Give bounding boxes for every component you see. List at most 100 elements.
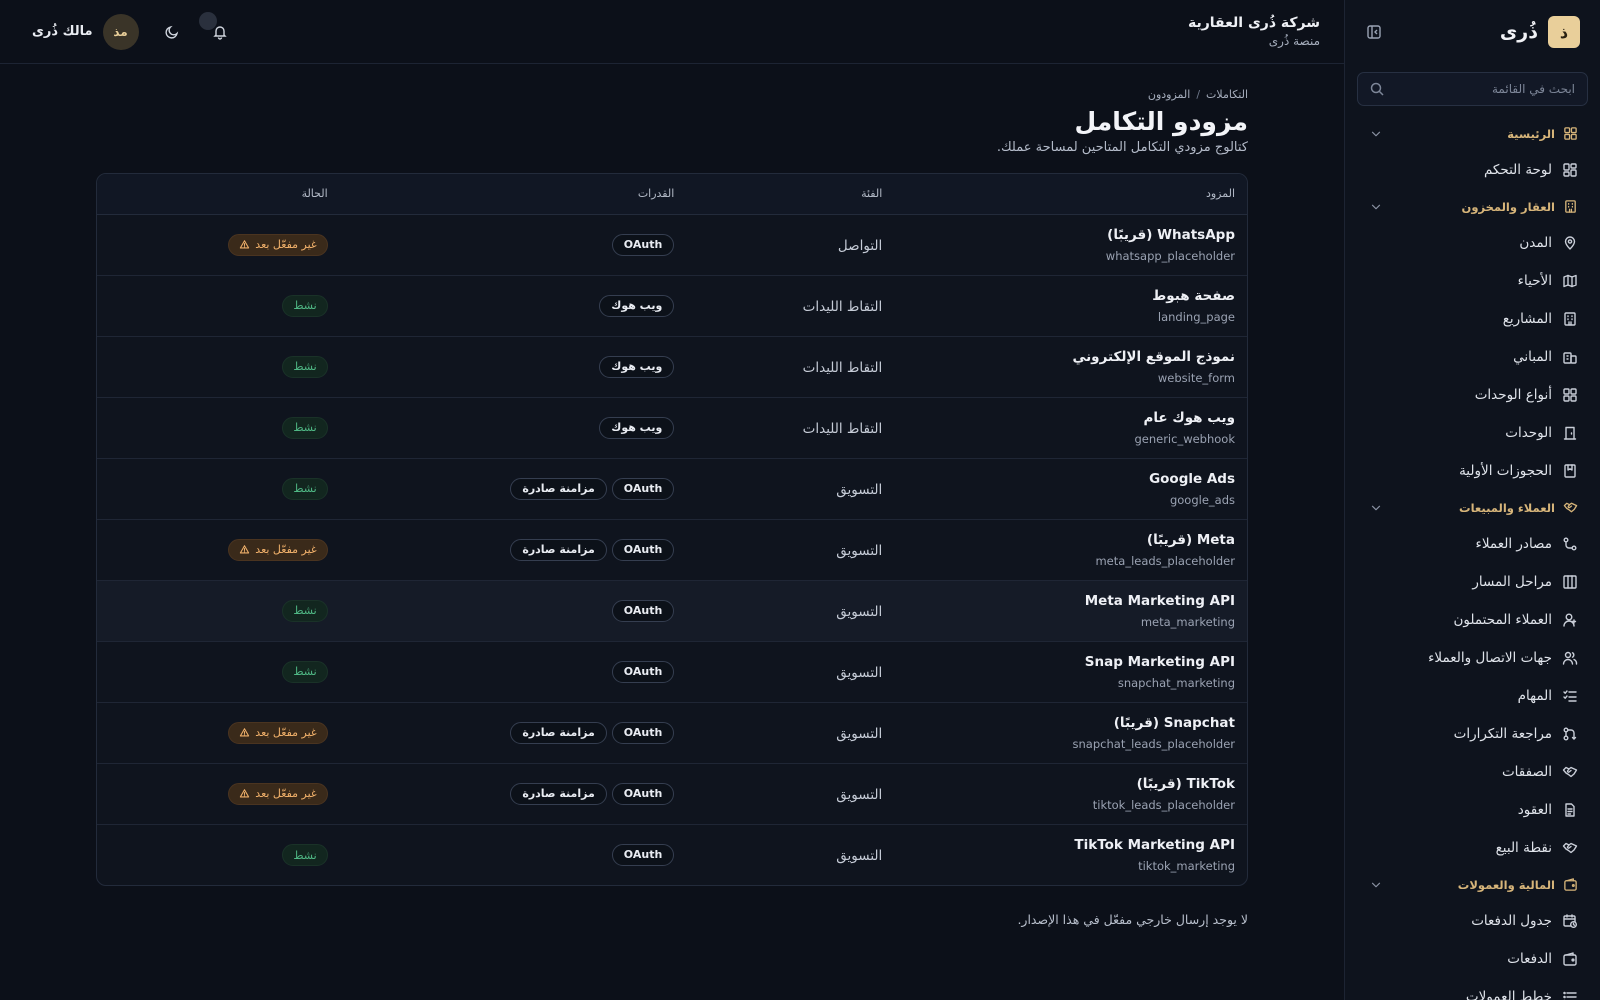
building-icon (1565, 200, 1576, 213)
sidebar-group[interactable]: المالية والعمولات (1345, 867, 1600, 902)
table-row[interactable]: نموذج الموقع الإلكتروني website_form التقا… (97, 336, 1247, 397)
provider-cell: صفحة هبوط landing_page (894, 275, 1247, 336)
org-name: شركة ذُرى العقارية (1187, 15, 1320, 31)
capabilities-cell: OAuth مزامنة صادرة (340, 458, 687, 519)
main-area: شركة ذُرى العقارية منصة ذُرى مذ مالك ذُر… (0, 0, 1344, 1000)
user-icon (1563, 613, 1577, 627)
breadcrumb-integrations[interactable]: التكاملات (1206, 88, 1248, 101)
status-cell: نشط (97, 458, 340, 519)
search-icon (1370, 82, 1384, 96)
table-row[interactable]: TikTok Marketing API tiktok_marketing التس… (97, 824, 1247, 885)
door-icon (1563, 426, 1577, 440)
collapse-sidebar-button[interactable] (1361, 19, 1387, 45)
status-text: غير مفعّل بعد (255, 238, 317, 252)
table-row[interactable]: ويب هوك عام generic_webhook التقاط الليدات… (97, 397, 1247, 458)
sidebar: ذ ذُرى الرئيسية لوحة التحكم العقار والمخزو… (1344, 0, 1600, 1000)
status-cell: غير مفعّل بعد (97, 702, 340, 763)
category-cell: التسويق (686, 580, 894, 641)
sidebar-item[interactable]: العملاء المحتملون (1345, 601, 1600, 639)
provider-key: generic_webhook (1134, 431, 1235, 446)
sidebar-item[interactable]: الأحياء (1345, 262, 1600, 300)
status-cell: غير مفعّل بعد (97, 214, 340, 275)
table-row[interactable]: Snapchat (قريبًا) snapchat_leads_placehol… (97, 702, 1247, 763)
provider-cell: ويب هوك عام generic_webhook (894, 397, 1247, 458)
sidebar-header: ذ ذُرى (1345, 0, 1600, 64)
table-body: WhatsApp (قريبًا) whatsapp_placeholder الت… (97, 214, 1247, 885)
status-text: نشط (293, 665, 317, 679)
provider-name: Snapchat (قريبًا) (1113, 714, 1235, 731)
provider-category: التقاط الليدات (802, 299, 883, 315)
sidebar-item[interactable]: جدول الدفعات (1345, 902, 1600, 940)
status-text: نشط (293, 848, 317, 862)
capability-chip: OAuth (611, 599, 675, 622)
status-badge: نشط (282, 660, 328, 683)
provider-cell: WhatsApp (قريبًا) whatsapp_placeholder (894, 214, 1247, 275)
sidebar-group[interactable]: العقار والمخزون (1345, 189, 1600, 224)
user-name[interactable]: مالك ذُرى (32, 24, 93, 39)
sidebar-item[interactable]: العقود (1345, 791, 1600, 829)
warning-icon (240, 240, 250, 249)
sidebar-item-label: جهات الاتصال والعملاء (1428, 650, 1552, 666)
table-row[interactable]: TikTok (قريبًا) tiktok_leads_placeholder ا… (97, 763, 1247, 824)
capability-chip: مزامنة صادرة (510, 782, 607, 805)
sidebar-item[interactable]: الحجوزات الأولية (1345, 452, 1600, 490)
provider-category: التسويق (836, 665, 883, 681)
sidebar-item-label: جدول الدفعات (1471, 913, 1552, 929)
sidebar-group-label: العقار والمخزون (1461, 199, 1556, 214)
breadcrumb-separator: / (1196, 88, 1201, 101)
sidebar-item[interactable]: مراجعة التكرارات (1345, 715, 1600, 753)
category-cell: التسويق (686, 458, 894, 519)
sidebar-group[interactable]: الرئيسية (1345, 116, 1600, 151)
calendar-clock-icon (1563, 914, 1577, 928)
status-text: غير مفعّل بعد (255, 543, 317, 557)
table-row[interactable]: صفحة هبوط landing_page التقاط الليدات ويب ه… (97, 275, 1247, 336)
sidebar-item[interactable]: مراحل المسار (1345, 563, 1600, 601)
provider-key: google_ads (1169, 492, 1235, 507)
provider-category: التسويق (836, 543, 883, 559)
dashboard-icon (1563, 163, 1577, 177)
table-row[interactable]: WhatsApp (قريبًا) whatsapp_placeholder الت… (97, 214, 1247, 275)
provider-key: snapchat_leads_placeholder (1072, 736, 1235, 751)
sidebar-item[interactable]: المباني (1345, 338, 1600, 376)
sidebar-item[interactable]: الدفعات (1345, 940, 1600, 978)
sidebar-item[interactable]: الوحدات (1345, 414, 1600, 452)
provider-category: التقاط الليدات (802, 360, 883, 376)
sidebar-item[interactable]: الصفقات (1345, 753, 1600, 791)
provider-name: TikTok Marketing API (1074, 836, 1235, 853)
avatar[interactable]: مذ (102, 13, 139, 50)
sidebar-item[interactable]: المشاريع (1345, 300, 1600, 338)
provider-name: Meta (قريبًا) (1146, 531, 1235, 548)
capability-chip: مزامنة صادرة (510, 721, 607, 744)
sidebar-search-input[interactable] (1384, 82, 1575, 96)
sidebar-item[interactable]: مصادر العملاء (1345, 525, 1600, 563)
chevron-down-icon (1371, 204, 1381, 209)
topbar: شركة ذُرى العقارية منصة ذُرى مذ مالك ذُر… (0, 0, 1344, 64)
sidebar-nav: الرئيسية لوحة التحكم العقار والمخزون المدن ا… (1345, 116, 1600, 1000)
theme-toggle-button[interactable] (157, 17, 187, 47)
map-pin-icon (1564, 236, 1576, 250)
status-badge: نشط (282, 599, 328, 622)
sidebar-item[interactable]: المدن (1345, 224, 1600, 262)
sidebar-item[interactable]: نقطة البيع (1345, 829, 1600, 867)
provider-cell: TikTok (قريبًا) tiktok_leads_placeholder (894, 763, 1247, 824)
notifications-button[interactable] (198, 11, 235, 47)
sidebar-item[interactable]: جهات الاتصال والعملاء (1345, 639, 1600, 677)
status-cell: غير مفعّل بعد (97, 519, 340, 580)
provider-category: التسويق (836, 482, 883, 498)
sidebar-item-label: مصادر العملاء (1475, 536, 1552, 552)
capability-chip: ويب هوك (599, 416, 675, 439)
sidebar-item[interactable]: خطط العمولات (1345, 978, 1600, 1000)
table-row[interactable]: Snap Marketing API snapchat_marketing التس… (97, 641, 1247, 702)
sidebar-item[interactable]: المهام (1345, 677, 1600, 715)
sidebar-item[interactable]: أنواع الوحدات (1345, 376, 1600, 414)
sidebar-group[interactable]: العملاء والمبيعات (1345, 490, 1600, 525)
table-row[interactable]: Meta (قريبًا) meta_leads_placeholder التسو… (97, 519, 1247, 580)
table-row[interactable]: Meta Marketing API meta_marketing التسويق O… (97, 580, 1247, 641)
org-info: شركة ذُرى العقارية منصة ذُرى (1188, 15, 1320, 48)
table-row[interactable]: Google Ads google_ads التسويق OAuth مزامنة ص… (97, 458, 1247, 519)
grid-icon (1564, 127, 1577, 140)
sidebar-item[interactable]: لوحة التحكم (1345, 151, 1600, 189)
status-cell: نشط (97, 580, 340, 641)
sidebar-item-label: خطط العمولات (1465, 989, 1552, 1000)
provider-name: TikTok (قريبًا) (1136, 775, 1235, 792)
